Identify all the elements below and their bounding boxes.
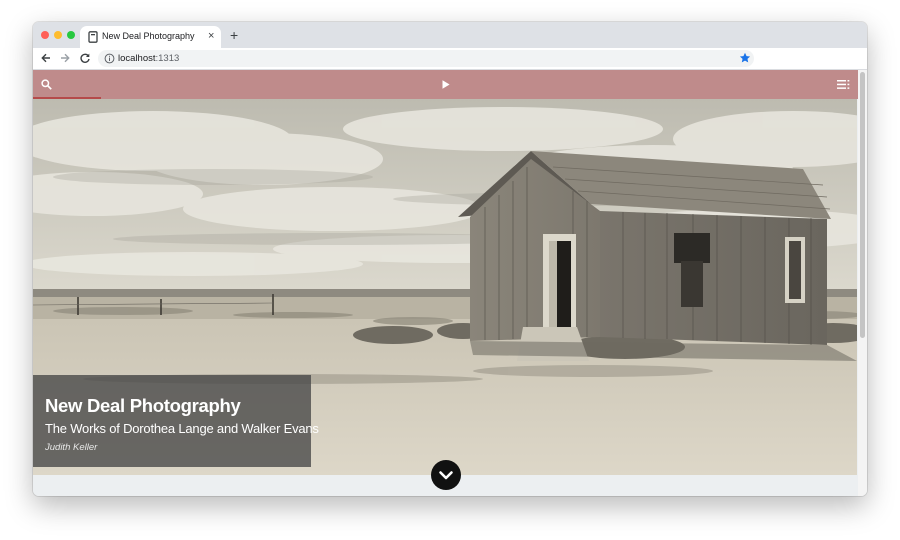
browser-toolbar: localhost:1313 <box>33 48 867 70</box>
hero-title: New Deal Photography <box>45 395 241 416</box>
menu-icon[interactable] <box>837 80 850 89</box>
address-bar[interactable]: localhost:1313 <box>98 50 754 67</box>
hero-author: Judith Keller <box>45 442 98 453</box>
browser-window: New Deal Photography × + localhost:1313 <box>33 22 867 496</box>
tab-strip: New Deal Photography × + <box>33 22 867 48</box>
document-icon <box>88 31 98 43</box>
url-port: :1313 <box>155 53 180 64</box>
page-viewport: New Deal Photography The Works of Doroth… <box>33 70 867 496</box>
scroll-down-button[interactable] <box>431 460 461 490</box>
new-tab-button[interactable]: + <box>230 28 238 42</box>
star-icon[interactable] <box>739 52 751 64</box>
hero-subtitle: The Works of Dorothea Lange and Walker E… <box>45 421 319 436</box>
tab-title: New Deal Photography <box>102 31 195 41</box>
back-arrow-icon[interactable] <box>40 52 52 64</box>
play-icon[interactable] <box>442 80 450 89</box>
forward-arrow-icon[interactable] <box>59 52 71 64</box>
hero-section: New Deal Photography The Works of Doroth… <box>33 99 857 475</box>
url-text[interactable]: localhost:1313 <box>118 53 179 64</box>
page-scrollbar[interactable] <box>858 70 867 496</box>
info-icon[interactable] <box>104 53 115 64</box>
minimize-window-button[interactable] <box>54 31 62 39</box>
site-header <box>33 70 867 99</box>
maximize-window-button[interactable] <box>67 31 75 39</box>
browser-tab[interactable]: New Deal Photography × <box>80 26 221 48</box>
url-host: localhost <box>118 53 156 64</box>
close-window-button[interactable] <box>41 31 49 39</box>
reload-icon[interactable] <box>79 52 91 64</box>
scrollbar-thumb[interactable] <box>860 72 865 338</box>
search-icon[interactable] <box>41 79 52 90</box>
close-tab-button[interactable]: × <box>208 30 214 42</box>
chevron-down-icon <box>439 471 453 480</box>
title-caption: New Deal Photography The Works of Doroth… <box>33 375 319 467</box>
